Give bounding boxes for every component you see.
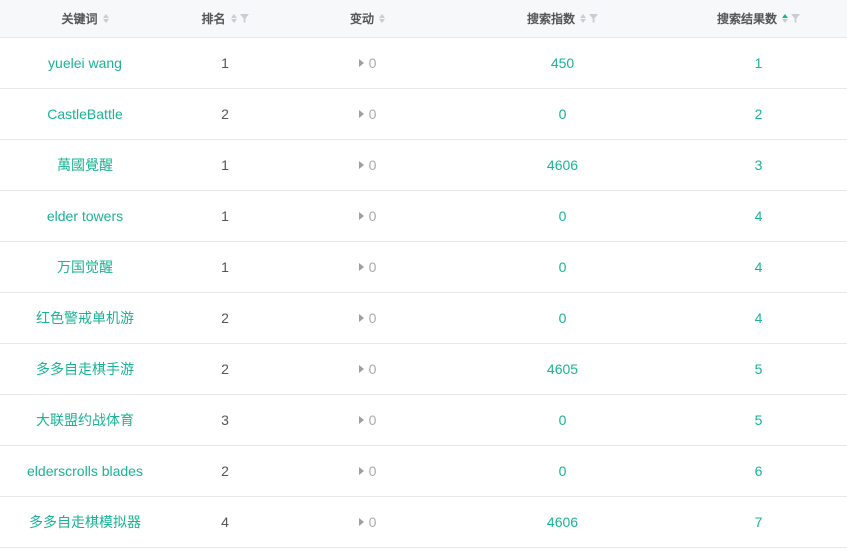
filter-icon[interactable] xyxy=(791,14,800,23)
result-count-link[interactable]: 5 xyxy=(755,412,763,428)
result-count-link[interactable]: 1 xyxy=(755,55,763,71)
triangle-right-icon xyxy=(358,314,364,322)
keyword-link[interactable]: 红色警戒单机游 xyxy=(36,308,134,328)
table-row: elderscrolls blades 2 0 0 6 xyxy=(0,446,847,497)
table-row: 大联盟约战体育 3 0 0 5 xyxy=(0,395,847,446)
change-value: 0 xyxy=(358,106,376,122)
rank-value: 4 xyxy=(221,514,229,530)
search-index-link[interactable]: 0 xyxy=(559,259,567,275)
table-row: CastleBattle 2 0 0 2 xyxy=(0,89,847,140)
table-header: 关键词 排名 变动 搜索指数 搜索结果数 xyxy=(0,0,847,38)
triangle-right-icon xyxy=(358,110,364,118)
search-index-link[interactable]: 0 xyxy=(559,310,567,326)
filter-icon[interactable] xyxy=(589,14,598,23)
table-row: 多多自走棋手游 2 0 4605 5 xyxy=(0,344,847,395)
triangle-right-icon xyxy=(358,263,364,271)
change-value: 0 xyxy=(358,412,376,428)
rank-value: 1 xyxy=(221,157,229,173)
rank-value: 2 xyxy=(221,310,229,326)
table-row: yuelei wang 1 0 450 1 xyxy=(0,38,847,89)
keyword-link[interactable]: 多多自走棋模拟器 xyxy=(29,512,141,532)
search-index-link[interactable]: 0 xyxy=(559,106,567,122)
keyword-link[interactable]: 多多自走棋手游 xyxy=(36,359,134,379)
header-search-index[interactable]: 搜索指数 xyxy=(455,10,670,27)
header-change-label: 变动 xyxy=(349,12,374,26)
change-value: 0 xyxy=(358,463,376,479)
triangle-right-icon xyxy=(358,365,364,373)
table-row: 多多自走棋模拟器 4 0 4606 7 xyxy=(0,497,847,548)
change-value: 0 xyxy=(358,55,376,71)
change-value: 0 xyxy=(358,157,376,173)
table-body: yuelei wang 1 0 450 1 CastleBattle 2 0 0… xyxy=(0,38,847,548)
sort-icon[interactable] xyxy=(580,14,586,23)
change-value: 0 xyxy=(358,208,376,224)
keyword-link[interactable]: elderscrolls blades xyxy=(27,463,143,479)
header-keyword[interactable]: 关键词 xyxy=(0,10,170,27)
table-row: 万国觉醒 1 0 0 4 xyxy=(0,242,847,293)
table-row: 红色警戒单机游 2 0 0 4 xyxy=(0,293,847,344)
triangle-right-icon xyxy=(358,161,364,169)
rank-value: 2 xyxy=(221,361,229,377)
result-count-link[interactable]: 4 xyxy=(755,259,763,275)
rank-value: 1 xyxy=(221,208,229,224)
search-index-link[interactable]: 4606 xyxy=(547,157,578,173)
sort-icon[interactable] xyxy=(230,14,237,23)
sort-ascending-icon[interactable] xyxy=(782,14,788,23)
keyword-table: 关键词 排名 变动 搜索指数 搜索结果数 yuelei wang 1 0 450 xyxy=(0,0,847,548)
triangle-right-icon xyxy=(358,212,364,220)
change-value: 0 xyxy=(358,361,376,377)
result-count-link[interactable]: 7 xyxy=(755,514,763,530)
keyword-link[interactable]: yuelei wang xyxy=(48,55,122,71)
search-index-link[interactable]: 450 xyxy=(551,55,574,71)
result-count-link[interactable]: 4 xyxy=(755,208,763,224)
result-count-link[interactable]: 4 xyxy=(755,310,763,326)
result-count-link[interactable]: 5 xyxy=(755,361,763,377)
rank-value: 2 xyxy=(221,106,229,122)
result-count-link[interactable]: 3 xyxy=(755,157,763,173)
rank-value: 3 xyxy=(221,412,229,428)
search-index-link[interactable]: 0 xyxy=(559,208,567,224)
header-search-index-label: 搜索指数 xyxy=(526,12,575,26)
rank-value: 2 xyxy=(221,463,229,479)
triangle-right-icon xyxy=(358,518,364,526)
header-keyword-label: 关键词 xyxy=(61,12,98,26)
rank-value: 1 xyxy=(221,259,229,275)
change-value: 0 xyxy=(358,514,376,530)
search-index-link[interactable]: 4605 xyxy=(547,361,578,377)
sort-icon[interactable] xyxy=(102,14,109,23)
table-row: elder towers 1 0 0 4 xyxy=(0,191,847,242)
keyword-link[interactable]: 大联盟约战体育 xyxy=(36,410,134,430)
result-count-link[interactable]: 2 xyxy=(755,106,763,122)
keyword-link[interactable]: CastleBattle xyxy=(47,106,122,122)
search-index-link[interactable]: 0 xyxy=(559,412,567,428)
header-change[interactable]: 变动 xyxy=(280,10,455,27)
search-index-link[interactable]: 4606 xyxy=(547,514,578,530)
header-rank-label: 排名 xyxy=(201,12,226,26)
header-result-count[interactable]: 搜索结果数 xyxy=(670,10,847,27)
change-value: 0 xyxy=(358,259,376,275)
search-index-link[interactable]: 0 xyxy=(559,463,567,479)
triangle-right-icon xyxy=(358,416,364,424)
triangle-right-icon xyxy=(358,59,364,67)
keyword-link[interactable]: 万国觉醒 xyxy=(57,257,113,277)
keyword-link[interactable]: 萬國覺醒 xyxy=(57,155,113,175)
rank-value: 1 xyxy=(221,55,229,71)
keyword-link[interactable]: elder towers xyxy=(47,208,123,224)
result-count-link[interactable]: 6 xyxy=(755,463,763,479)
sort-icon[interactable] xyxy=(379,14,385,23)
table-row: 萬國覺醒 1 0 4606 3 xyxy=(0,140,847,191)
header-rank[interactable]: 排名 xyxy=(170,10,280,27)
change-value: 0 xyxy=(358,310,376,326)
filter-icon[interactable] xyxy=(239,14,249,23)
header-result-count-label: 搜索结果数 xyxy=(716,12,777,26)
triangle-right-icon xyxy=(358,467,364,475)
